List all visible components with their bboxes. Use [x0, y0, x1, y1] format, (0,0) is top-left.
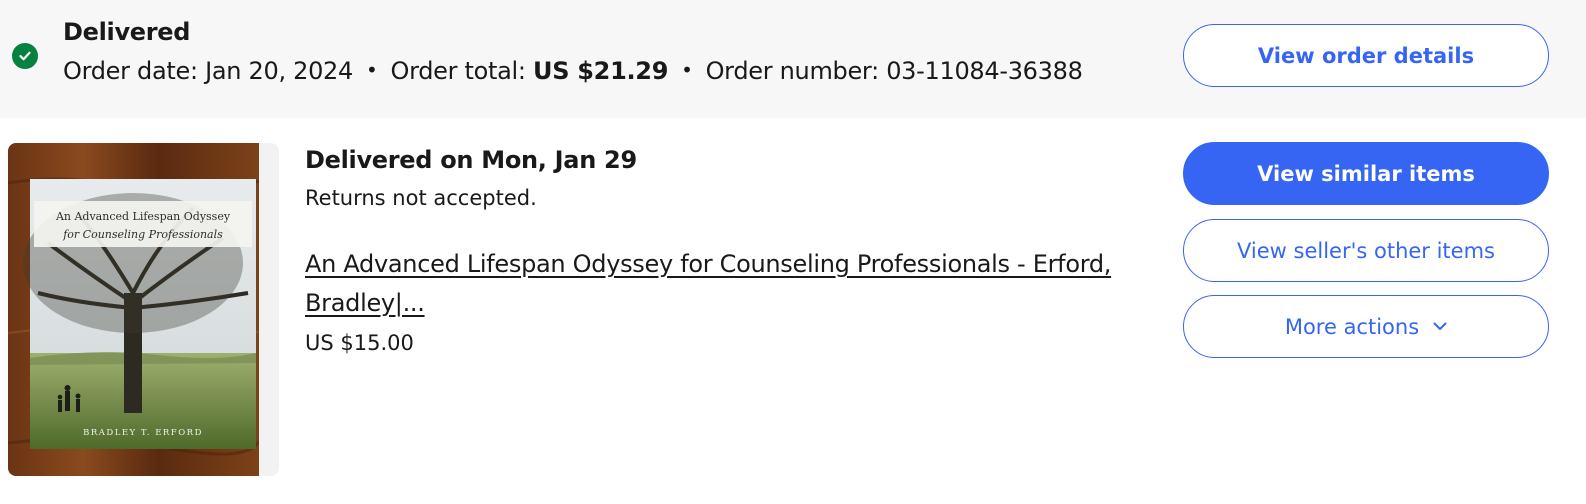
item-thumbnail[interactable]: An Advanced Lifespan Odyssey for Counsel…	[8, 143, 279, 476]
svg-text:for Counseling Professionals: for Counseling Professionals	[62, 228, 223, 241]
view-seller-items-button[interactable]: View seller's other items	[1183, 219, 1549, 282]
book-cover-image: An Advanced Lifespan Odyssey for Counsel…	[8, 143, 259, 476]
item-price: US $15.00	[305, 331, 414, 355]
view-similar-items-button[interactable]: View similar items	[1183, 142, 1549, 205]
separator-dot: •	[366, 58, 378, 82]
order-total-value: US $21.29	[533, 57, 669, 85]
delivery-status: Delivered on Mon, Jan 29	[305, 146, 637, 174]
chevron-down-icon	[1433, 322, 1447, 331]
svg-text:BRADLEY T. ERFORD: BRADLEY T. ERFORD	[83, 428, 203, 438]
more-actions-button[interactable]: More actions	[1183, 295, 1549, 358]
order-number-value: 03-11084-36388	[886, 57, 1083, 85]
item-title-link[interactable]: An Advanced Lifespan Odyssey for Counsel…	[305, 245, 1165, 323]
order-total-label: Order total:	[390, 57, 527, 85]
separator-dot: •	[681, 58, 693, 82]
returns-policy: Returns not accepted.	[305, 186, 537, 210]
order-date-label: Order date:	[63, 57, 198, 85]
svg-text:An Advanced Lifespan Odyssey: An Advanced Lifespan Odyssey	[55, 210, 231, 223]
check-circle-icon	[12, 43, 38, 69]
order-date-value: Jan 20, 2024	[205, 57, 353, 85]
order-status: Delivered	[63, 18, 191, 46]
order-meta: Order date: Jan 20, 2024 • Order total: US…	[63, 57, 1083, 85]
view-order-details-button[interactable]: View order details	[1183, 24, 1549, 87]
more-actions-label: More actions	[1284, 314, 1420, 339]
order-number-label: Order number:	[705, 57, 880, 85]
